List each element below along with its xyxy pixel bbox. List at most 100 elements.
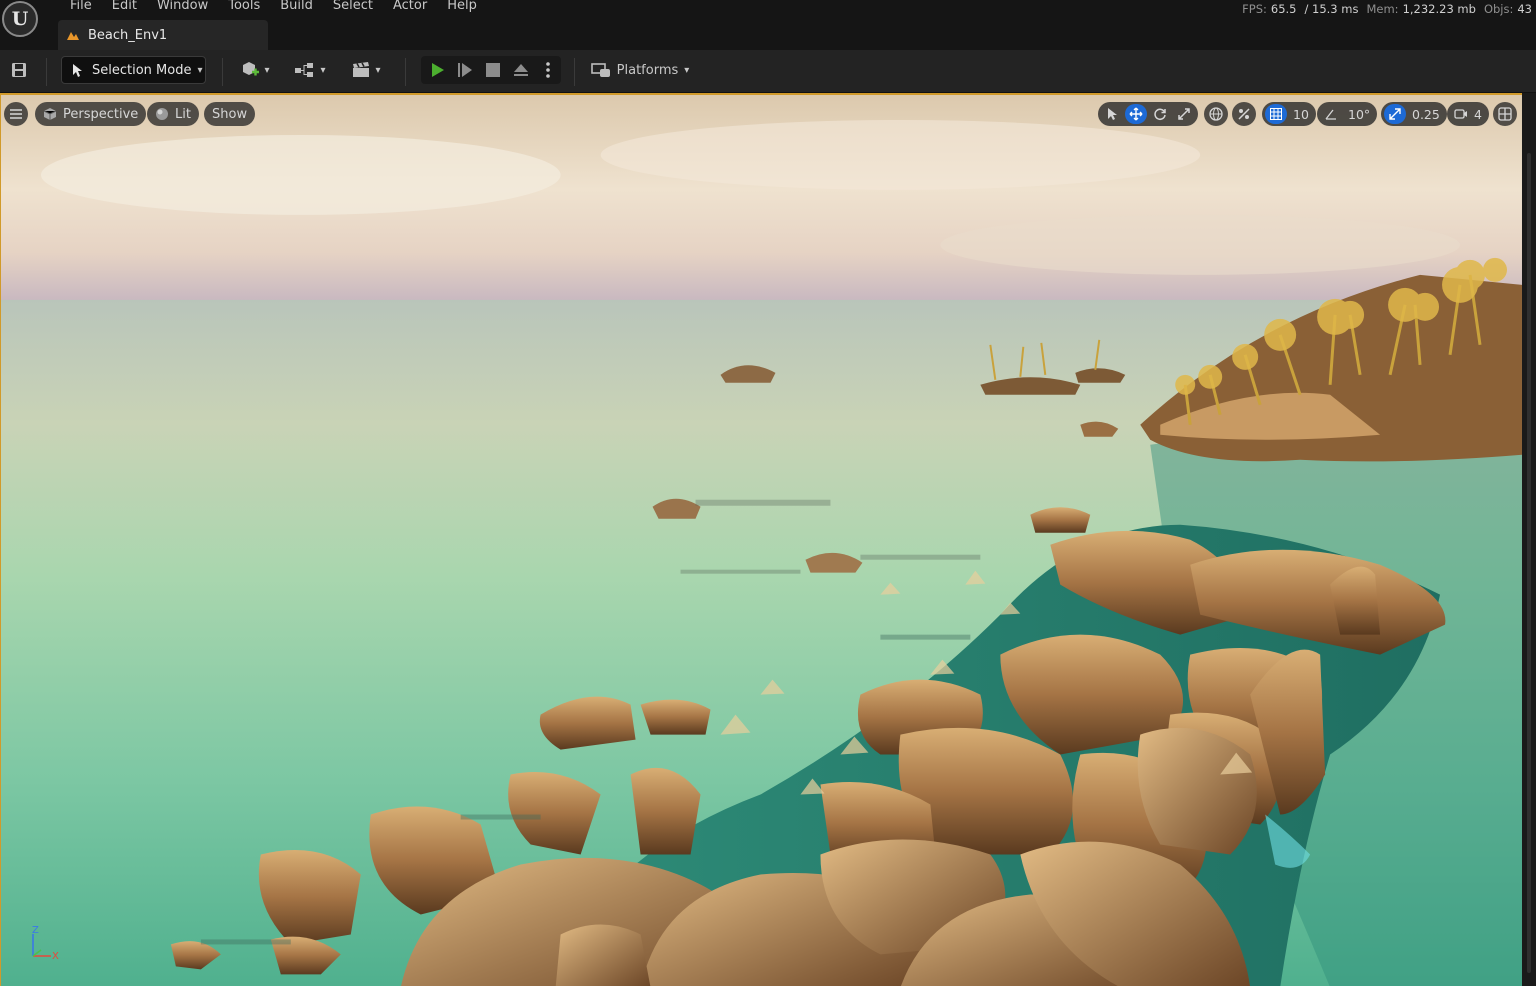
platforms-label: Platforms — [616, 62, 679, 78]
chevron-down-icon: ▾ — [320, 64, 326, 76]
chevron-down-icon: ▾ — [264, 64, 270, 76]
axis-z-label: Z — [32, 925, 39, 936]
save-button[interactable] — [6, 56, 32, 84]
step-button[interactable] — [453, 56, 477, 84]
mem-value: 1,232.23 mb — [1402, 2, 1476, 16]
axis-gizmo-icon: Z X — [32, 925, 59, 962]
menu-build[interactable]: Build — [270, 0, 323, 14]
scale-snap-value: 0.25 — [1412, 106, 1440, 122]
scale-snap-icon — [1389, 108, 1401, 120]
lit-sphere-icon — [156, 108, 168, 120]
globe-icon — [1209, 107, 1223, 121]
eject-icon — [514, 64, 528, 76]
play-options-button[interactable] — [537, 56, 559, 84]
select-tool-button[interactable] — [1101, 104, 1123, 124]
play-icon — [432, 63, 444, 77]
rotation-snap-toggle[interactable] — [1320, 104, 1342, 124]
rotation-snap-value: 10° — [1348, 106, 1371, 122]
view-mode-dropdown[interactable]: Lit — [147, 102, 199, 126]
cursor-icon — [1108, 108, 1117, 120]
menu-file[interactable]: File — [60, 0, 102, 14]
mem-label: Mem: — [1366, 2, 1399, 16]
play-controls — [421, 56, 561, 84]
angle-icon — [1325, 109, 1336, 120]
toolbar-separator — [46, 58, 47, 86]
scale-snap-toggle[interactable] — [1384, 104, 1406, 124]
blueprint-button[interactable]: ▾ — [290, 56, 330, 84]
scale-tool-button[interactable] — [1173, 104, 1195, 124]
perspective-cube-icon — [43, 108, 57, 120]
show-dropdown[interactable]: Show — [204, 102, 256, 126]
layout-icon — [1498, 107, 1512, 121]
selection-mode-dropdown[interactable]: Selection Mode ▾ — [61, 56, 206, 84]
platforms-icon — [590, 63, 610, 77]
play-button[interactable] — [425, 56, 449, 84]
stop-button[interactable] — [481, 56, 505, 84]
translate-tool-button[interactable] — [1125, 104, 1147, 124]
performance-stats: FPS: 65.5 / 15.3 ms Mem: 1,232.23 mb Obj… — [1242, 2, 1536, 16]
menu-select[interactable]: Select — [323, 0, 383, 14]
unreal-logo-icon[interactable]: U — [2, 1, 38, 37]
platforms-dropdown[interactable]: Platforms ▾ — [590, 56, 690, 84]
clapperboard-icon — [353, 62, 370, 77]
selection-mode-label: Selection Mode — [92, 62, 192, 78]
camera-speed-control[interactable]: 4 — [1447, 102, 1489, 126]
eject-button[interactable] — [509, 56, 533, 84]
menu-tools[interactable]: Tools — [218, 0, 270, 14]
add-cube-icon — [243, 62, 260, 76]
rotate-icon — [1154, 108, 1166, 121]
surface-snap-icon — [1238, 108, 1250, 120]
right-scrollbar[interactable] — [1527, 153, 1531, 973]
level-tab-label: Beach_Env1 — [88, 27, 168, 43]
camera-icon — [1454, 109, 1467, 119]
level-viewport[interactable]: Perspective Lit Show 10 10° 0.25 4 Z X — [0, 93, 1522, 986]
title-bar: U File Edit Window Tools Build Select Ac… — [0, 0, 1536, 50]
perspective-dropdown[interactable]: Perspective — [35, 102, 147, 126]
chevron-down-icon: ▾ — [197, 64, 203, 76]
add-actor-button[interactable]: ▾ — [236, 56, 274, 84]
menu-actor[interactable]: Actor — [383, 0, 437, 14]
viewport-menu-button[interactable] — [4, 102, 28, 126]
save-icon — [12, 63, 26, 77]
surface-snapping-button[interactable] — [1232, 102, 1256, 126]
blueprint-icon — [295, 63, 314, 77]
menu-edit[interactable]: Edit — [102, 0, 147, 14]
toolbar-separator — [574, 58, 575, 86]
transform-tools — [1098, 102, 1198, 126]
beach-scene-render — [1, 95, 1522, 986]
chevron-down-icon: ▾ — [375, 64, 381, 76]
cursor-cube-icon — [73, 64, 82, 77]
menu-bar: File Edit Window Tools Build Select Acto… — [60, 0, 487, 14]
rotation-snap-control[interactable]: 10° — [1317, 102, 1378, 126]
objs-label: Objs: — [1483, 2, 1514, 16]
objs-value: 43 — [1517, 2, 1532, 16]
level-icon — [67, 32, 79, 40]
viewport-layout-button[interactable] — [1493, 102, 1517, 126]
grid-snap-toggle[interactable] — [1265, 104, 1287, 124]
grid-snap-control[interactable]: 10 — [1262, 102, 1316, 126]
chevron-down-icon: ▾ — [684, 64, 690, 76]
show-label: Show — [212, 106, 248, 122]
menu-help[interactable]: Help — [437, 0, 487, 14]
scale-icon — [1178, 108, 1190, 120]
move-icon — [1129, 107, 1143, 121]
lit-label: Lit — [175, 106, 191, 122]
fps-value: 65.5 — [1270, 2, 1297, 16]
toolbar-separator — [222, 58, 223, 86]
level-tab[interactable]: Beach_Env1 — [58, 20, 268, 50]
main-toolbar: Selection Mode ▾ ▾ ▾ ▾ Platforms ▾ — [0, 50, 1536, 93]
axis-x-label: X — [52, 951, 59, 962]
scale-snap-control[interactable]: 0.25 — [1381, 102, 1447, 126]
perspective-label: Perspective — [63, 106, 139, 122]
frame-time: / 15.3 ms — [1304, 2, 1359, 16]
right-panel-edge — [1522, 93, 1536, 986]
cinematics-button[interactable]: ▾ — [346, 56, 386, 84]
menu-window[interactable]: Window — [147, 0, 218, 14]
grid-snap-value: 10 — [1293, 106, 1309, 122]
rotate-tool-button[interactable] — [1149, 104, 1171, 124]
fps-label: FPS: — [1242, 2, 1267, 16]
stop-icon — [486, 63, 500, 77]
camera-speed-toggle[interactable] — [1450, 104, 1472, 124]
coordinate-system-button[interactable] — [1204, 102, 1228, 126]
step-icon — [458, 63, 472, 77]
